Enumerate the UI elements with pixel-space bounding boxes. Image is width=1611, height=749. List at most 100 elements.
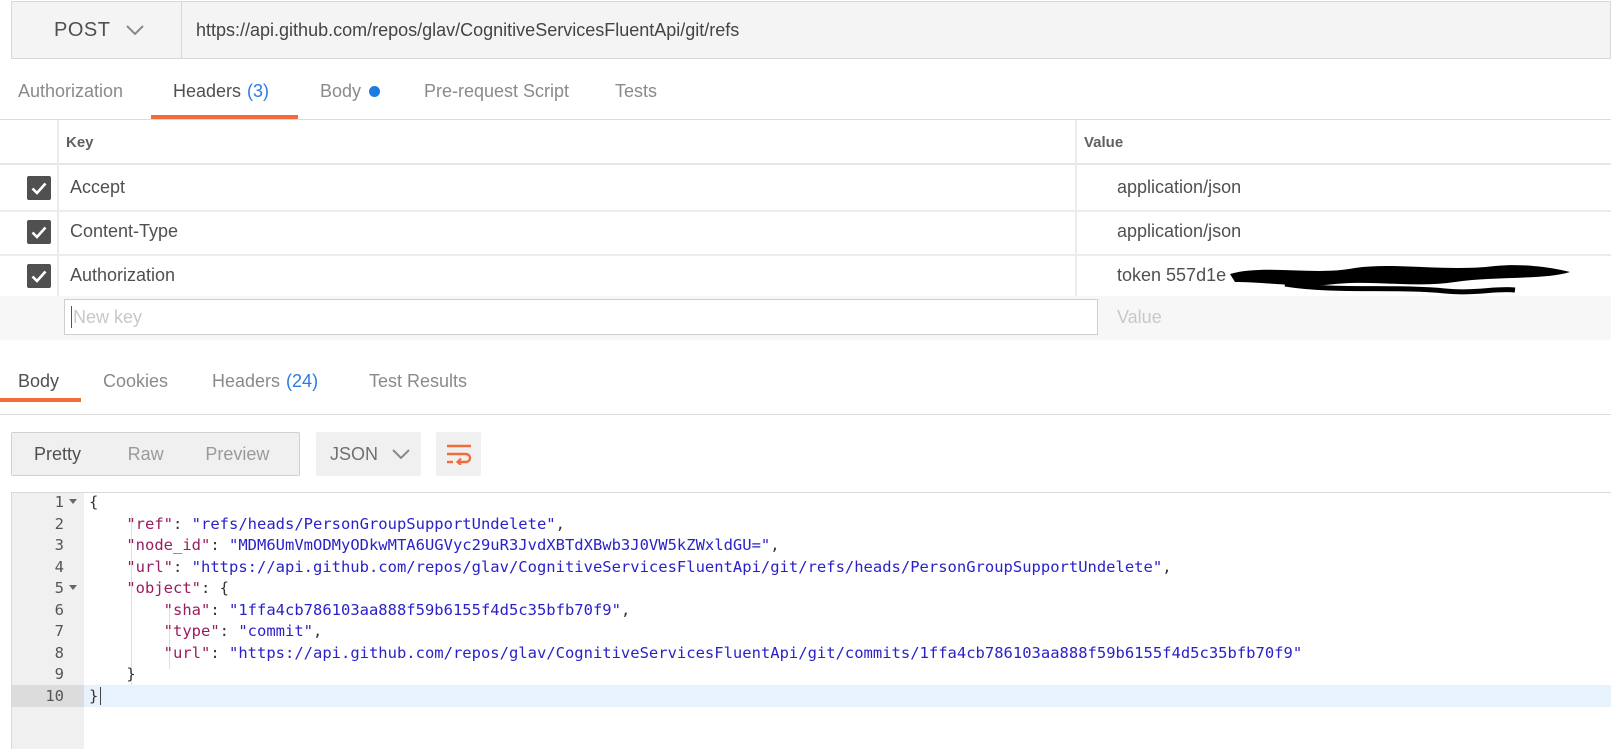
wrap-lines-button[interactable] bbox=[436, 432, 481, 476]
request-bar: POST https://api.github.com/repos/glav/C… bbox=[11, 1, 1611, 59]
view-preview-button[interactable]: Preview bbox=[191, 433, 299, 475]
code-text: "object": { bbox=[89, 577, 229, 599]
tab-headers[interactable]: Headers (3) bbox=[173, 62, 269, 120]
json-punctuation: : bbox=[210, 600, 229, 619]
code-text: "url": "https://api.github.com/repos/gla… bbox=[89, 556, 1171, 578]
json-string: "https://api.github.com/repos/glav/Cogni… bbox=[191, 557, 1163, 576]
view-pretty-button[interactable]: Pretty bbox=[12, 433, 114, 475]
row-checkbox[interactable] bbox=[27, 176, 51, 200]
response-tab-test-results[interactable]: Test Results bbox=[369, 354, 467, 408]
line-number: 4 bbox=[54, 557, 64, 576]
header-value[interactable]: application/json bbox=[1117, 177, 1241, 198]
chevron-down-icon bbox=[392, 449, 410, 459]
line-number: 8 bbox=[54, 643, 64, 662]
json-punctuation: : bbox=[210, 536, 229, 554]
format-select[interactable]: JSON bbox=[316, 432, 421, 476]
code-line: 3 "node_id": "MDM6UmVmODMyODkwMTA6UGVyc2… bbox=[12, 534, 1611, 556]
code-line: 10} bbox=[12, 684, 1611, 707]
view-mode-group: Pretty Raw Preview bbox=[11, 432, 300, 476]
tab-authorization[interactable]: Authorization bbox=[18, 62, 123, 120]
code-line: 8 "url": "https://api.github.com/repos/g… bbox=[12, 642, 1611, 664]
json-punctuation bbox=[89, 536, 126, 554]
line-number: 3 bbox=[54, 536, 64, 554]
json-punctuation bbox=[89, 515, 126, 533]
json-string: "commit" bbox=[238, 622, 313, 640]
json-key: "ref" bbox=[126, 514, 173, 533]
header-key[interactable]: Accept bbox=[70, 177, 125, 198]
json-punctuation: : bbox=[173, 514, 192, 533]
code-line: 2 "ref": "refs/heads/PersonGroupSupportU… bbox=[12, 513, 1611, 535]
json-punctuation: : bbox=[210, 643, 229, 662]
tab-label: Tests bbox=[615, 80, 658, 101]
modified-dot-icon bbox=[369, 85, 381, 97]
line-number: 9 bbox=[54, 665, 64, 683]
json-key: "sha" bbox=[163, 600, 211, 619]
request-tabs: Authorization Headers (3) Body Pre-reque… bbox=[0, 62, 1611, 120]
method-select[interactable]: POST bbox=[12, 2, 182, 58]
json-punctuation bbox=[89, 579, 126, 597]
line-number: 7 bbox=[54, 622, 64, 640]
row-checkbox[interactable] bbox=[27, 264, 51, 288]
json-string: "1ffa4cb786103aa888f59b6155f4d5c35bfb70f… bbox=[229, 600, 621, 619]
tab-tests[interactable]: Tests bbox=[615, 62, 657, 120]
tab-body[interactable]: Body bbox=[320, 62, 381, 120]
tab-pre-request-script[interactable]: Pre-request Script bbox=[424, 62, 569, 120]
json-string: "refs/heads/PersonGroupSupportUndelete" bbox=[191, 514, 556, 533]
code-text: "type": "commit", bbox=[89, 620, 323, 642]
active-tab-indicator bbox=[151, 115, 298, 119]
wrap-text-icon bbox=[446, 444, 471, 465]
json-string: "https://api.github.com/repos/glav/Cogni… bbox=[229, 643, 1303, 662]
line-number: 5 bbox=[54, 579, 64, 597]
new-key-input[interactable]: New key bbox=[64, 299, 1098, 335]
header-value[interactable]: token 557d1e bbox=[1117, 265, 1226, 286]
response-tab-cookies[interactable]: Cookies bbox=[103, 354, 168, 408]
code-text: "sha": "1ffa4cb786103aa888f59b6155f4d5c3… bbox=[89, 599, 631, 621]
row-checkbox[interactable] bbox=[27, 220, 51, 244]
response-tab-headers[interactable]: Headers (24) bbox=[212, 354, 318, 408]
check-icon bbox=[31, 226, 47, 239]
headers-count-badge: (24) bbox=[286, 370, 319, 391]
header-key[interactable]: Content-Type bbox=[70, 221, 178, 242]
tab-label: Body bbox=[18, 370, 60, 391]
view-raw-button[interactable]: Raw bbox=[114, 433, 192, 475]
code-line: 6 "sha": "1ffa4cb786103aa888f59b6155f4d5… bbox=[12, 599, 1611, 621]
new-key-placeholder: New key bbox=[73, 306, 143, 327]
code-text: "url": "https://api.github.com/repos/gla… bbox=[89, 642, 1303, 664]
json-punctuation: , bbox=[770, 536, 780, 554]
fold-arrow-icon[interactable] bbox=[69, 585, 77, 590]
json-punctuation: } bbox=[89, 686, 99, 705]
fold-arrow-icon[interactable] bbox=[69, 499, 77, 504]
headers-table-head: Key Value bbox=[0, 120, 1611, 165]
code-line: 1{ bbox=[12, 493, 1611, 513]
json-punctuation bbox=[89, 601, 164, 619]
json-punctuation: , bbox=[312, 622, 323, 640]
code-line: 5 "object": { bbox=[12, 577, 1611, 599]
tab-label: Authorization bbox=[18, 80, 124, 101]
json-string: "MDM6UmVmODMyODkwMTA6UGVyc29uR3JvdXBTdXB… bbox=[229, 536, 771, 554]
response-body-editor[interactable]: 1{2 "ref": "refs/heads/PersonGroupSuppor… bbox=[11, 492, 1611, 749]
tab-label: Body bbox=[320, 80, 362, 101]
json-key: "node_id" bbox=[126, 536, 211, 554]
header-value-text: token 557d1e bbox=[1117, 265, 1227, 285]
code-line: 9 } bbox=[12, 663, 1611, 685]
table-row: Accept application/json bbox=[0, 166, 1611, 210]
method-label: POST bbox=[54, 18, 111, 41]
line-number: 10 bbox=[12, 684, 84, 707]
tab-label: Pre-request Script bbox=[424, 80, 570, 101]
header-value[interactable]: application/json bbox=[1117, 221, 1241, 242]
new-value-input[interactable]: Value bbox=[1117, 307, 1162, 328]
json-key: "type" bbox=[163, 622, 220, 640]
json-punctuation: : bbox=[219, 622, 239, 640]
table-row: Authorization token 557d1e bbox=[0, 254, 1611, 298]
code-text: } bbox=[89, 663, 135, 685]
format-select-label: JSON bbox=[330, 443, 379, 464]
check-icon bbox=[31, 270, 47, 283]
header-key[interactable]: Authorization bbox=[70, 265, 175, 286]
url-input[interactable]: https://api.github.com/repos/glav/Cognit… bbox=[182, 2, 1610, 58]
text-caret bbox=[71, 306, 72, 328]
json-punctuation: : bbox=[173, 557, 192, 576]
table-row: Content-Type application/json bbox=[0, 210, 1611, 254]
code-line: 7 "type": "commit", bbox=[12, 620, 1611, 642]
tab-label: Headers bbox=[173, 80, 242, 101]
redaction-scribble bbox=[1230, 265, 1570, 295]
